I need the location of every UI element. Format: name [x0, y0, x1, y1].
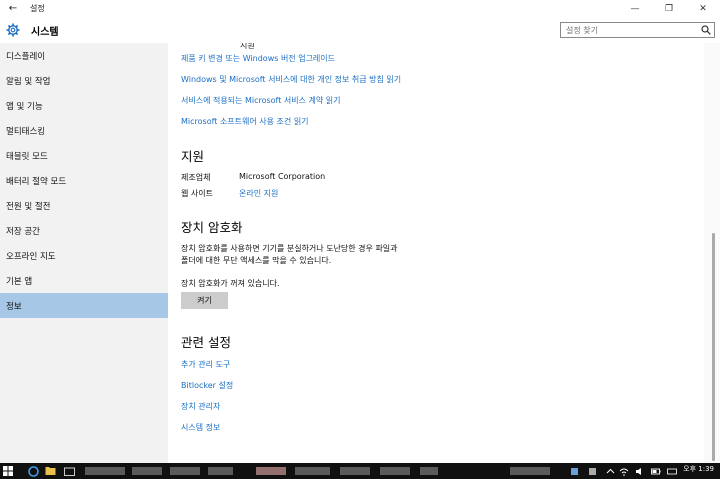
sidebar-item-display[interactable]: 디스플레이 [0, 43, 168, 68]
keyboard-icon[interactable] [666, 465, 678, 477]
settings-window: ← 설정 — ❐ ✕ 시스템 설정 찾기 디스플레이 알림 및 작업 앱 및 기… [0, 0, 720, 463]
sidebar-item-label: 저장 공간 [6, 226, 40, 237]
sidebar-item-label: 정보 [6, 301, 22, 312]
taskbar-app[interactable] [208, 467, 233, 475]
sidebar-item-offline-maps[interactable]: 오프라인 지도 [0, 243, 168, 268]
sidebar-item-multitasking[interactable]: 멀티태스킹 [0, 118, 168, 143]
main-content: 지원 제품 키 변경 또는 Windows 버전 업그레이드 Windows 및… [168, 43, 704, 463]
back-arrow-icon: ← [8, 3, 18, 14]
link-license-terms[interactable]: Microsoft 소프트웨어 사용 조건 읽기 [181, 116, 309, 127]
sidebar-item-apps[interactable]: 앱 및 기능 [0, 93, 168, 118]
related-settings-heading: 관련 설정 [181, 335, 231, 350]
minimize-button[interactable]: — [618, 0, 652, 17]
back-button[interactable]: ← [0, 0, 26, 17]
taskbar-app[interactable] [295, 467, 330, 475]
sidebar-item-label: 기본 앱 [6, 276, 33, 287]
taskbar-app[interactable] [170, 467, 200, 475]
manufacturer-label: 제조업체 [181, 173, 211, 182]
encryption-status: 장치 암호화가 꺼져 있습니다. [181, 279, 280, 288]
online-support-link[interactable]: 온라인 지원 [239, 188, 278, 199]
link-system-info[interactable]: 시스템 정보 [181, 422, 220, 433]
sidebar-item-label: 디스플레이 [6, 51, 46, 62]
sidebar-item-label: 배터리 절약 모드 [6, 176, 67, 187]
window-title: 설정 [30, 4, 45, 13]
tray-app-icon[interactable] [568, 465, 580, 477]
sidebar-nav: 디스플레이 알림 및 작업 앱 및 기능 멀티태스킹 태블릿 모드 배터리 절약… [0, 43, 168, 463]
link-bitlocker-settings[interactable]: Bitlocker 설정 [181, 380, 233, 391]
link-change-product-key[interactable]: 제품 키 변경 또는 Windows 버전 업그레이드 [181, 53, 335, 64]
taskbar-app[interactable] [380, 467, 410, 475]
taskbar-app[interactable] [510, 467, 550, 475]
taskbar-app[interactable] [132, 467, 162, 475]
search-input[interactable] [561, 23, 698, 37]
sidebar-item-label: 알림 및 작업 [6, 76, 51, 87]
battery-icon[interactable] [650, 465, 662, 477]
link-services-agreement[interactable]: 서비스에 적용되는 Microsoft 서비스 계약 읽기 [181, 95, 341, 106]
sidebar-item-storage[interactable]: 저장 공간 [0, 218, 168, 243]
edge-browser-icon[interactable] [27, 465, 39, 477]
taskbar-clock[interactable]: 오후 1:39 [683, 464, 714, 474]
page-title: 시스템 [31, 26, 59, 38]
volume-icon[interactable] [634, 465, 646, 477]
tray-app-icon[interactable] [586, 465, 598, 477]
search-box[interactable] [560, 22, 715, 38]
taskbar: 오후 1:39 [0, 463, 720, 479]
sidebar-item-tablet-mode[interactable]: 태블릿 모드 [0, 143, 168, 168]
taskbar-app[interactable] [256, 467, 286, 475]
sidebar-item-about[interactable]: 정보 [0, 293, 168, 318]
file-explorer-icon[interactable] [44, 465, 56, 477]
chevron-up-icon[interactable] [604, 465, 616, 477]
link-admin-tools[interactable]: 추가 관리 도구 [181, 359, 230, 370]
sidebar-item-battery-saver[interactable]: 배터리 절약 모드 [0, 168, 168, 193]
sidebar-item-label: 전원 및 절전 [6, 201, 51, 212]
taskbar-app[interactable] [85, 467, 125, 475]
link-privacy-statement[interactable]: Windows 및 Microsoft 서비스에 대한 개인 정보 취급 방침 … [181, 74, 401, 85]
scroll-thumb[interactable] [712, 233, 715, 461]
restore-icon: ❐ [664, 3, 674, 14]
encryption-description: 장치 암호화를 사용하면 기기를 분실하거나 도난당한 경우 파일과 폴더에 대… [181, 243, 441, 267]
sidebar-item-power-sleep[interactable]: 전원 및 절전 [0, 193, 168, 218]
minimize-icon: — [630, 3, 640, 14]
website-label: 웹 사이트 [181, 189, 213, 198]
windows-start-icon[interactable] [3, 466, 13, 476]
maximize-button[interactable]: ❐ [652, 0, 686, 17]
page-header: 시스템 [0, 17, 720, 43]
link-device-manager[interactable]: 장치 관리자 [181, 401, 220, 412]
sidebar-item-notifications[interactable]: 알림 및 작업 [0, 68, 168, 93]
window-controls: — ❐ ✕ [618, 0, 720, 17]
support-heading: 지원 [181, 149, 205, 164]
close-button[interactable]: ✕ [686, 0, 720, 17]
encryption-heading: 장치 암호화 [181, 220, 243, 235]
encryption-description-line: 폴더에 대한 무단 액세스를 막을 수 있습니다. [181, 256, 332, 265]
sidebar-item-default-apps[interactable]: 기본 앱 [0, 268, 168, 293]
store-icon[interactable] [63, 465, 75, 477]
sidebar-item-label: 앱 및 기능 [6, 101, 43, 112]
encryption-description-line: 장치 암호화를 사용하면 기기를 분실하거나 도난당한 경우 파일과 [181, 244, 398, 253]
search-icon[interactable] [698, 25, 714, 35]
taskbar-app[interactable] [420, 467, 438, 475]
title-bar: ← 설정 — ❐ ✕ [0, 0, 720, 17]
manufacturer-value: Microsoft Corporation [239, 172, 326, 181]
wifi-icon[interactable] [618, 465, 630, 477]
gear-icon [6, 23, 20, 37]
vertical-scrollbar[interactable] [704, 43, 720, 463]
clipped-text: 지원 [240, 43, 255, 50]
sidebar-item-label: 멀티태스킹 [6, 126, 46, 137]
close-icon: ✕ [699, 3, 707, 14]
sidebar-item-label: 태블릿 모드 [6, 151, 48, 162]
taskbar-app[interactable] [340, 467, 370, 475]
turn-on-button[interactable]: 켜기 [181, 292, 228, 309]
sidebar-item-label: 오프라인 지도 [6, 251, 56, 262]
